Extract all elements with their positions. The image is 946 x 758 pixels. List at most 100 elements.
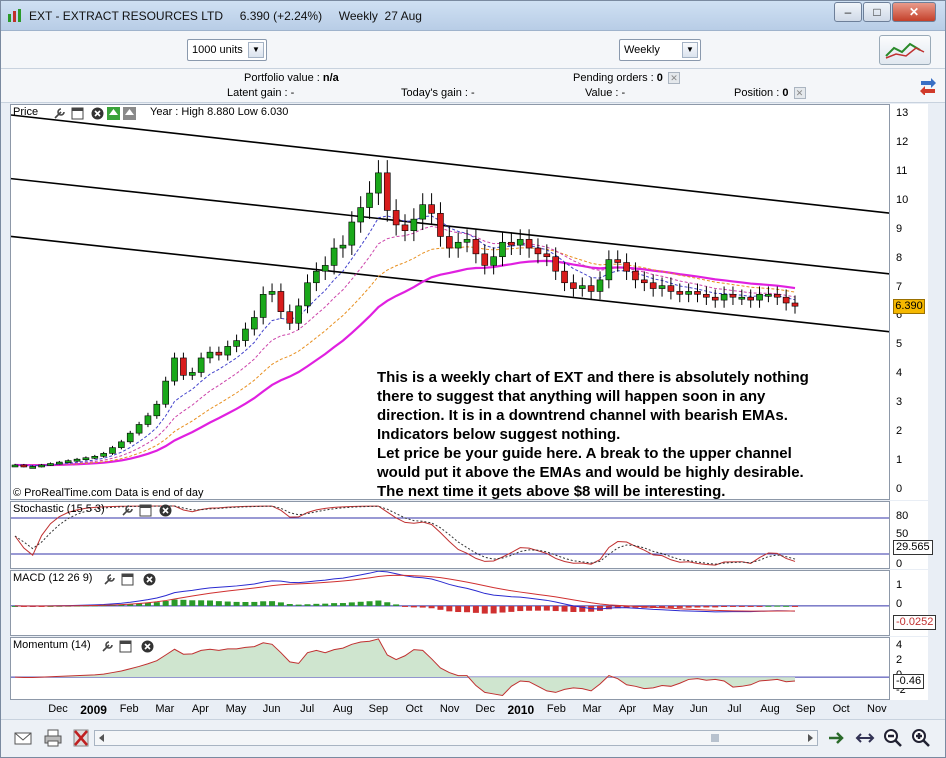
stochastic-panel[interactable]: Stochastic (15 5 3) <box>10 501 890 569</box>
macd-value: -0.0252 <box>893 615 937 630</box>
price-tick-label: 10 <box>896 193 909 206</box>
time-axis-label: Mar <box>582 703 602 715</box>
window-title: EXT - EXTRACT RESOURCES LTD 6.390 (+2.24… <box>29 9 422 23</box>
macd-histogram-bar <box>472 605 479 613</box>
move-right-icon[interactable] <box>827 728 847 748</box>
time-axis-label: Dec <box>475 703 495 715</box>
candle-body <box>543 253 551 258</box>
zoom-out-icon[interactable] <box>883 728 903 748</box>
print-icon[interactable] <box>43 728 63 748</box>
close-panel-icon[interactable] <box>91 107 104 120</box>
candle-body <box>313 270 320 284</box>
macd-histogram-bar <box>446 605 453 612</box>
candle-body <box>188 372 196 376</box>
momentum-tick-label: 4 <box>896 638 903 651</box>
price-tick-label: 12 <box>896 135 909 148</box>
candle-body <box>694 291 701 295</box>
macd-histogram-bar <box>783 605 790 607</box>
window-icon[interactable] <box>71 107 84 120</box>
candle-body <box>171 357 178 382</box>
price-panel-title: Price <box>13 106 39 118</box>
time-axis-label: Nov <box>439 703 460 715</box>
wrench-icon[interactable] <box>101 640 114 653</box>
email-icon[interactable] <box>13 728 33 748</box>
time-axis: Dec 2009 Feb Mar Apr May Jun Jul Aug Sep Oct Nov Dec… <box>10 701 890 719</box>
price-panel[interactable]: Price Year : High 8.880 Low 6.030 © ProR… <box>10 104 890 500</box>
data-credit: © ProRealTime.com Data is end of day <box>13 487 204 499</box>
macd-histogram-bar <box>393 604 400 606</box>
candle-body <box>782 296 790 304</box>
candle-body <box>47 463 54 466</box>
macd-histogram-bar <box>153 602 160 606</box>
candle-body <box>525 239 533 249</box>
macd-histogram-bar <box>543 605 550 611</box>
candle-body <box>623 262 630 272</box>
pending-amount: 0 <box>656 72 663 84</box>
wrench-icon[interactable] <box>121 504 134 517</box>
window-icon[interactable] <box>119 640 132 653</box>
price-tick-label: 4 <box>896 367 903 380</box>
candle-body <box>29 466 37 469</box>
macd-histogram-bar <box>410 605 417 608</box>
clear-icon[interactable]: ✕ <box>667 72 680 85</box>
candle-body <box>667 285 675 292</box>
no-trade-icon[interactable] <box>71 728 91 748</box>
macd-histogram-bar <box>738 605 745 607</box>
scroll-thumb[interactable] <box>711 734 719 742</box>
maximize-button[interactable]: □ <box>863 2 891 22</box>
close-button[interactable]: ✕ <box>892 2 936 22</box>
fit-chart-icon[interactable] <box>855 728 875 748</box>
candle-body <box>747 296 754 301</box>
chevron-down-icon: ▼ <box>248 42 264 58</box>
candle-body <box>366 192 373 208</box>
candle-body <box>251 317 258 330</box>
candle-body <box>516 239 524 246</box>
arrow-up-gray-icon[interactable] <box>123 107 136 120</box>
macd-histogram-bar <box>375 600 382 606</box>
candle-body <box>720 294 728 301</box>
units-select[interactable]: 1000 units ▼ <box>187 39 267 61</box>
close-panel-icon[interactable] <box>143 573 156 586</box>
portfolio-info-bar: Portfolio value : n/a Pending orders : 0… <box>1 69 945 103</box>
units-select-value: 1000 units <box>192 44 243 56</box>
clear-icon[interactable]: ✕ <box>793 87 806 100</box>
close-panel-icon[interactable] <box>141 640 154 653</box>
wrench-icon[interactable] <box>53 107 66 120</box>
candle-body <box>233 340 240 347</box>
scroll-left-icon[interactable] <box>97 733 107 743</box>
macd-histogram-bar <box>384 602 391 606</box>
chart-annotation: This is a weekly chart of EXT and there … <box>377 368 847 499</box>
close-panel-icon[interactable] <box>159 504 172 517</box>
candle-body <box>605 259 613 281</box>
candle-body <box>268 291 276 295</box>
wrench-icon[interactable] <box>103 573 116 586</box>
chart-tools-button[interactable] <box>879 35 931 65</box>
window-icon[interactable] <box>139 504 152 517</box>
macd-panel[interactable]: MACD (12 26 9) <box>10 570 890 636</box>
candle-body <box>295 305 302 324</box>
window-icon[interactable] <box>121 573 134 586</box>
candle-body <box>499 241 506 258</box>
time-axis-label: Apr <box>191 703 209 715</box>
period-select[interactable]: Weekly ▼ <box>619 39 701 61</box>
scroll-right-icon[interactable] <box>805 733 815 743</box>
minimize-button[interactable]: – <box>834 2 862 22</box>
candle-body <box>428 204 435 214</box>
zoom-in-icon[interactable] <box>911 728 931 748</box>
price-tick-label: 8 <box>896 251 903 264</box>
todays-gain: Today's gain : - <box>401 87 475 99</box>
time-axis-label: Nov <box>867 703 887 715</box>
position-label: Position : <box>734 87 780 99</box>
swap-arrows-icon[interactable] <box>917 77 939 95</box>
candle-body <box>578 285 586 289</box>
stochastic-tick-label: 50 <box>896 528 909 540</box>
arrow-up-green-icon[interactable] <box>107 107 120 120</box>
horizontal-scrollbar[interactable] <box>94 730 818 746</box>
app-window: EXT - EXTRACT RESOURCES LTD 6.390 (+2.24… <box>0 0 946 758</box>
macd-histogram-bar <box>162 601 169 606</box>
candle-body <box>109 447 116 454</box>
candle-body <box>534 247 542 255</box>
time-axis-label: 2009 <box>80 703 107 717</box>
stochastic-axis: 8050200 <box>890 501 928 570</box>
momentum-panel[interactable]: Momentum (14) <box>10 637 890 700</box>
